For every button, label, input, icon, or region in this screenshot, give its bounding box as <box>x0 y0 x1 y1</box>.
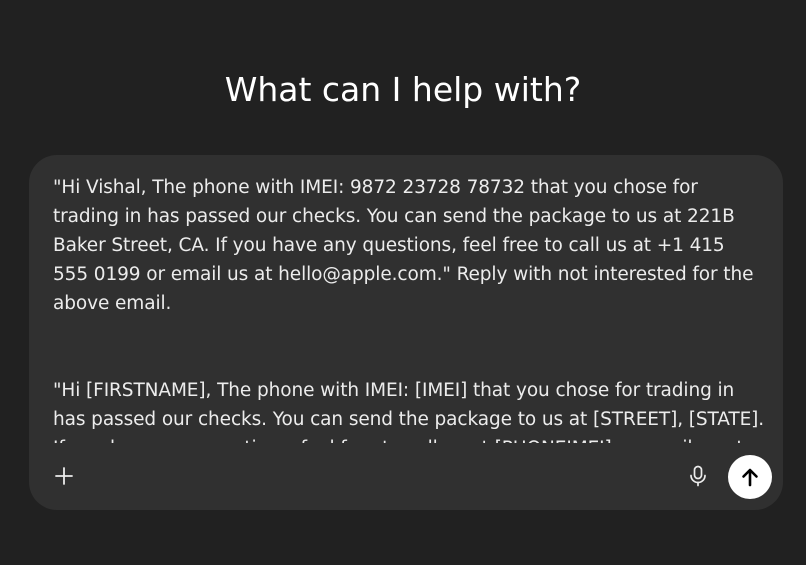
voice-input-button[interactable] <box>683 461 713 491</box>
plus-icon <box>55 467 73 485</box>
arrow-up-icon <box>742 468 758 487</box>
microphone-icon <box>690 465 706 487</box>
send-button[interactable] <box>728 455 772 499</box>
prompt-input[interactable]: "Hi Vishal, The phone with IMEI: 9872 23… <box>53 173 765 443</box>
message-composer: "Hi Vishal, The phone with IMEI: 9872 23… <box>29 155 783 510</box>
page-title: What can I help with? <box>224 70 582 109</box>
add-attachment-button[interactable] <box>49 461 79 491</box>
prompt-input-text: "Hi Vishal, The phone with IMEI: 9872 23… <box>53 177 765 443</box>
